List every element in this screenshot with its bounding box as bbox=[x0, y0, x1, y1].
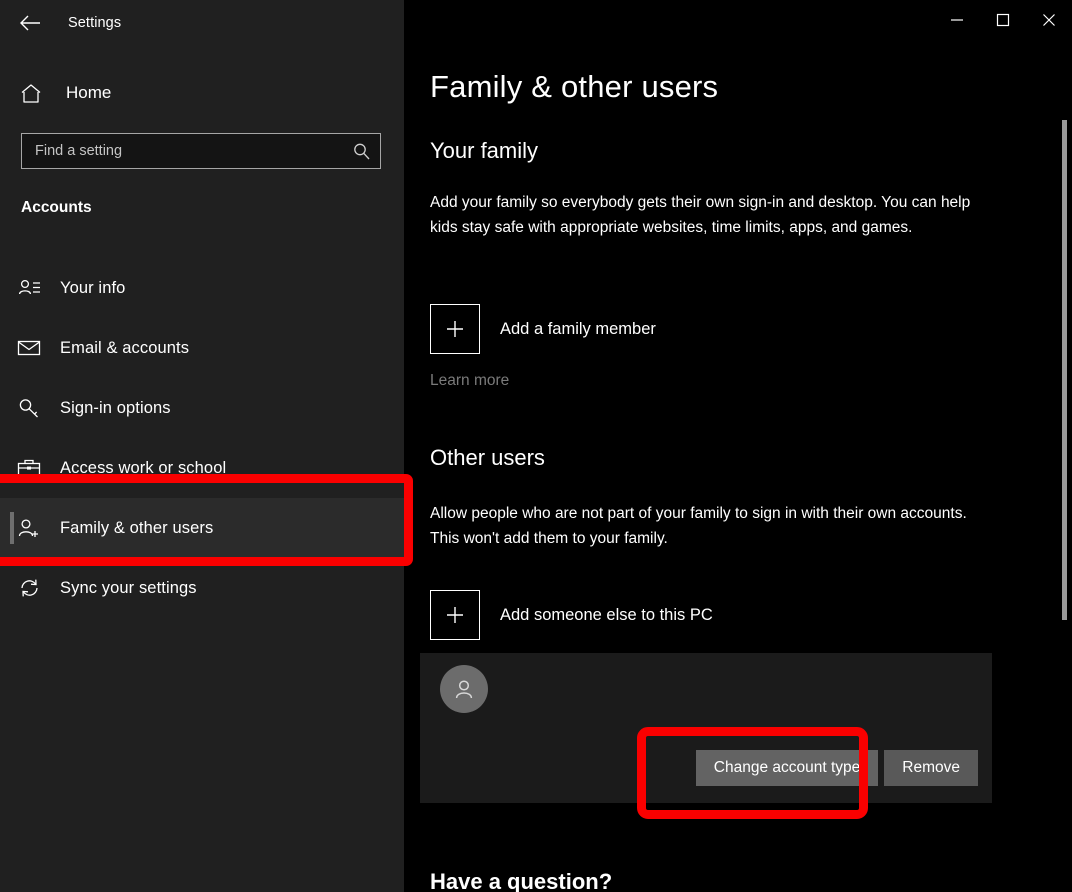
user-add-icon bbox=[12, 518, 46, 539]
sidebar-item-label: Sign-in options bbox=[60, 398, 171, 417]
sidebar-item-family-other-users[interactable]: Family & other users bbox=[0, 498, 404, 558]
sidebar-item-your-info[interactable]: Your info bbox=[0, 258, 404, 318]
minimize-icon[interactable] bbox=[934, 0, 980, 40]
briefcase-icon bbox=[12, 458, 46, 478]
your-family-heading: Your family bbox=[430, 138, 539, 163]
add-family-member-button[interactable]: Add a family member bbox=[430, 304, 656, 354]
sidebar-item-label: Your info bbox=[60, 278, 126, 297]
maximize-icon[interactable] bbox=[980, 0, 1026, 40]
sidebar-item-sign-in-options[interactable]: Sign-in options bbox=[0, 378, 404, 438]
other-users-heading: Other users bbox=[430, 445, 545, 470]
key-icon bbox=[12, 398, 46, 419]
add-someone-else-button[interactable]: Add someone else to this PC bbox=[430, 590, 713, 640]
search-box[interactable] bbox=[21, 133, 381, 169]
add-family-member-label: Add a family member bbox=[500, 319, 656, 338]
scrollbar-thumb[interactable] bbox=[1062, 120, 1067, 620]
selection-indicator bbox=[10, 512, 14, 544]
back-arrow-icon[interactable] bbox=[6, 0, 54, 46]
app-title: Settings bbox=[68, 15, 122, 31]
settings-window: Settings Home Accounts bbox=[0, 0, 1072, 892]
plus-icon bbox=[430, 304, 480, 354]
sidebar-item-sync-your-settings[interactable]: Sync your settings bbox=[0, 558, 404, 618]
window-controls bbox=[934, 0, 1072, 40]
sidebar-item-access-work-school[interactable]: Access work or school bbox=[0, 438, 404, 498]
sidebar-item-label: Access work or school bbox=[60, 458, 227, 477]
remove-account-button[interactable]: Remove bbox=[884, 750, 978, 786]
sidebar-item-label: Email & accounts bbox=[60, 338, 190, 357]
vertical-scrollbar[interactable] bbox=[1058, 46, 1072, 892]
search-input[interactable] bbox=[22, 143, 342, 159]
envelope-icon bbox=[12, 339, 46, 357]
home-icon bbox=[16, 83, 46, 104]
sidebar-item-email-accounts[interactable]: Email & accounts bbox=[0, 318, 404, 378]
have-a-question-heading: Have a question? bbox=[430, 869, 613, 892]
sidebar-item-home[interactable]: Home bbox=[0, 72, 404, 114]
change-account-type-button[interactable]: Change account type bbox=[695, 750, 879, 786]
other-users-description: Allow people who are not part of your fa… bbox=[430, 505, 967, 547]
close-icon[interactable] bbox=[1026, 0, 1072, 40]
window-titlebar-left: Settings bbox=[0, 0, 404, 46]
learn-more-link[interactable]: Learn more bbox=[430, 372, 509, 390]
sidebar: Settings Home Accounts bbox=[0, 0, 404, 892]
sync-icon bbox=[12, 577, 46, 599]
page-title: Family & other users bbox=[430, 69, 719, 104]
user-account-actions: Change account type Remove bbox=[695, 750, 978, 786]
sidebar-item-label: Family & other users bbox=[60, 518, 214, 537]
user-info-icon bbox=[12, 278, 46, 298]
user-account-card[interactable]: Change account type Remove bbox=[420, 653, 992, 803]
sidebar-nav-list: Your info Email & accounts Sign-in optio… bbox=[0, 258, 404, 618]
main-content: Family & other users Your family Add you… bbox=[404, 0, 1072, 892]
add-someone-else-label: Add someone else to this PC bbox=[500, 605, 713, 624]
plus-icon bbox=[430, 590, 480, 640]
sidebar-item-home-label: Home bbox=[66, 83, 112, 102]
sidebar-section-title: Accounts bbox=[21, 199, 92, 216]
your-family-description: Add your family so everybody gets their … bbox=[430, 194, 971, 236]
sidebar-item-label: Sync your settings bbox=[60, 578, 197, 597]
person-avatar-icon bbox=[440, 665, 488, 713]
search-icon[interactable] bbox=[342, 134, 380, 168]
